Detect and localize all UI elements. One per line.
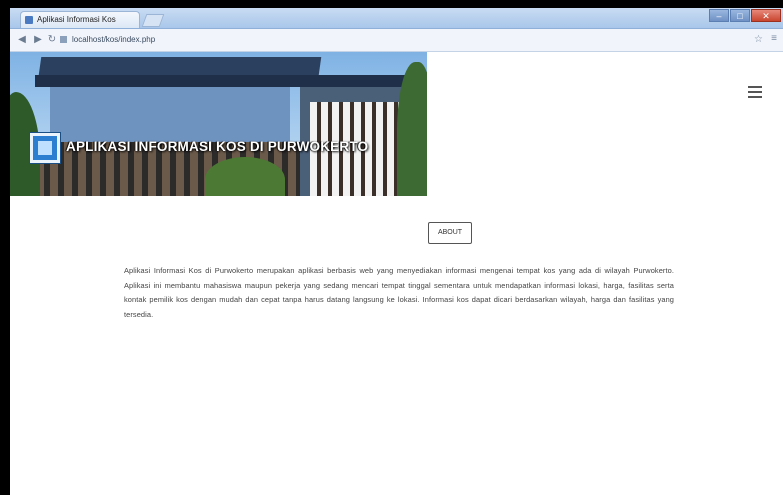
banner-image-roof (38, 57, 322, 75)
hamburger-menu-icon[interactable] (748, 86, 762, 98)
minimize-button[interactable]: – (709, 9, 729, 22)
title-bar: Aplikasi Informasi Kos – □ ✕ (10, 8, 783, 29)
site-title[interactable]: APLIKASI INFORMASI KOS DI PURWOKERTO (66, 139, 368, 154)
address-bar[interactable]: localhost/kos/index.php (60, 33, 740, 46)
favicon-icon (25, 16, 33, 24)
page-content: APLIKASI INFORMASI KOS DI PURWOKERTO ABO… (10, 52, 783, 495)
browser-tab[interactable]: Aplikasi Informasi Kos (20, 11, 140, 28)
banner-image-wall (50, 87, 290, 142)
close-button[interactable]: ✕ (751, 9, 781, 22)
reload-icon[interactable]: ↻ (46, 34, 58, 45)
about-button[interactable]: ABOUT (428, 222, 472, 244)
forward-icon[interactable]: ▶ (32, 34, 44, 45)
description-text: Aplikasi Informasi Kos di Purwokerto mer… (124, 266, 674, 319)
banner-image-tree (397, 62, 427, 196)
back-icon[interactable]: ◀ (16, 34, 28, 45)
header-banner: APLIKASI INFORMASI KOS DI PURWOKERTO (10, 52, 427, 196)
address-toolbar: ◀ ▶ ↻ localhost/kos/index.php ☆ ≡ (10, 29, 783, 52)
banner-image-bush (205, 157, 285, 196)
banner-image-roof-edge (35, 75, 425, 87)
maximize-button[interactable]: □ (730, 9, 750, 22)
site-logo-icon[interactable] (30, 133, 60, 163)
url-text: localhost/kos/index.php (72, 35, 156, 44)
browser-window: Aplikasi Informasi Kos – □ ✕ ◀ ▶ ↻ local… (10, 8, 783, 495)
window-controls: – □ ✕ (709, 9, 781, 23)
chrome-menu-icon[interactable]: ≡ (771, 33, 777, 44)
tab-title: Aplikasi Informasi Kos (37, 15, 116, 24)
star-icon[interactable]: ☆ (754, 34, 763, 45)
new-tab-button[interactable] (141, 14, 165, 27)
page-info-icon (60, 36, 67, 44)
